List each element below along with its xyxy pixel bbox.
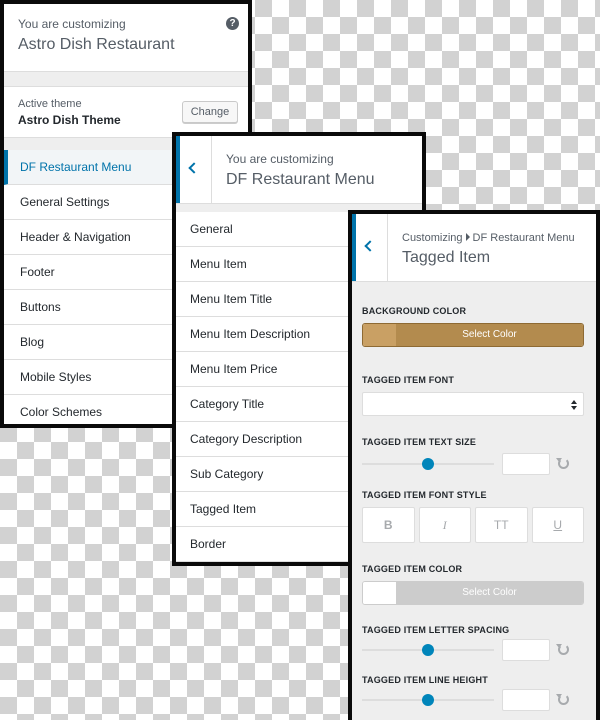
text-size-reset-icon[interactable]: [556, 458, 569, 469]
active-theme-section: Active theme Astro Dish Theme Change: [4, 86, 248, 138]
breadcrumb: Customizing DF Restaurant Menu: [402, 232, 575, 244]
background-color-label: BACKGROUND COLOR: [362, 306, 467, 316]
tagged-item-font-style-label: TAGGED ITEM FONT STYLE: [362, 490, 487, 500]
uppercase-button[interactable]: TT: [475, 507, 528, 543]
breadcrumb-root: Customizing: [402, 232, 463, 244]
controls-area: BACKGROUND COLOR Select Color TAGGED ITE…: [352, 306, 596, 711]
panel-header: You are customizing DF Restaurant Menu: [176, 136, 422, 204]
select-up-arrow-icon: [571, 400, 577, 404]
back-button[interactable]: [352, 214, 388, 281]
letter-spacing-reset-icon[interactable]: [556, 644, 569, 655]
letter-spacing-slider-row: [362, 639, 584, 661]
customizing-label: You are customizing: [18, 17, 126, 31]
text-size-input[interactable]: [502, 453, 550, 475]
letter-spacing-slider-handle[interactable]: [422, 644, 434, 656]
background-color-picker[interactable]: Select Color: [362, 323, 584, 347]
background-color-swatch: [363, 324, 396, 346]
tagged-item-color-picker[interactable]: Select Color: [362, 581, 584, 605]
tagged-item-panel: Customizing DF Restaurant Menu Tagged Ite…: [348, 210, 600, 720]
tagged-item-color-button-label: Select Color: [396, 582, 583, 604]
select-down-arrow-icon: [571, 406, 577, 410]
line-height-slider-handle[interactable]: [422, 694, 434, 706]
tagged-item-font-select[interactable]: [362, 392, 584, 416]
underline-button[interactable]: U: [531, 507, 584, 543]
line-height-slider-row: [362, 689, 584, 711]
tagged-item-color-label: TAGGED ITEM COLOR: [362, 564, 463, 574]
customizer-header: You are customizing Astro Dish Restauran…: [4, 4, 248, 72]
text-size-slider-handle[interactable]: [422, 458, 434, 470]
background-color-button-label: Select Color: [396, 324, 583, 346]
tagged-item-font-label: TAGGED ITEM FONT: [362, 375, 455, 385]
panel-header: Customizing DF Restaurant Menu Tagged Ite…: [352, 214, 596, 282]
back-button[interactable]: [176, 136, 212, 203]
change-theme-button[interactable]: Change: [182, 101, 238, 123]
bold-button[interactable]: B: [362, 507, 415, 543]
letter-spacing-input[interactable]: [502, 639, 550, 661]
line-height-input[interactable]: [502, 689, 550, 711]
customizing-label: You are customizing: [226, 152, 334, 166]
caret-right-icon: [465, 233, 470, 241]
font-style-buttons: B I TT U: [362, 507, 584, 543]
tagged-item-color-swatch: [363, 582, 396, 604]
breadcrumb-parent: DF Restaurant Menu: [472, 232, 575, 244]
panel-header-text: Customizing DF Restaurant Menu Tagged Ite…: [402, 232, 575, 267]
help-icon[interactable]: ?: [226, 17, 239, 30]
line-height-reset-icon[interactable]: [556, 694, 569, 705]
panel-title: Tagged Item: [402, 249, 491, 266]
chevron-left-icon: [364, 240, 376, 252]
site-title: Astro Dish Restaurant: [18, 36, 175, 53]
panel-header-text: You are customizing DF Restaurant Menu: [226, 152, 375, 189]
tagged-item-line-height-label: TAGGED ITEM LINE HEIGHT: [362, 675, 488, 685]
tagged-item-text-size-label: TAGGED ITEM TEXT SIZE: [362, 437, 477, 447]
italic-button[interactable]: I: [418, 507, 471, 543]
tagged-item-letter-spacing-label: TAGGED ITEM LETTER SPACING: [362, 625, 510, 635]
text-size-slider-row: [362, 453, 584, 475]
panel-title: DF Restaurant Menu: [226, 171, 375, 188]
chevron-left-icon: [188, 162, 200, 174]
